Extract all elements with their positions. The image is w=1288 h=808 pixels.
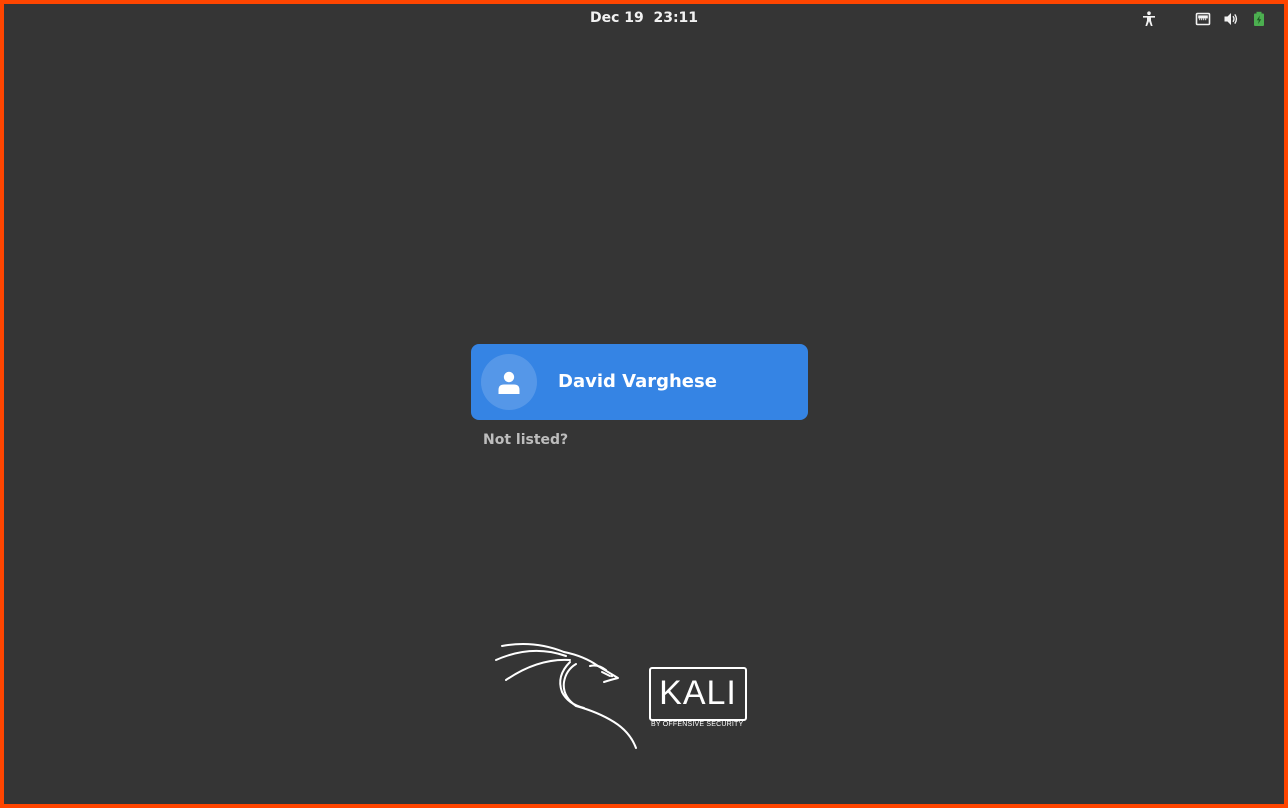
user-avatar-icon [481,354,537,410]
kali-wordmark-text: KALI [659,674,737,712]
kali-tagline: BY OFFENSIVE SECURITY [649,721,761,729]
clock[interactable]: Dec 19 23:11 [4,10,1284,26]
login-screen: Dec 19 23:11 David Varghese Not listed? … [4,4,1284,804]
kali-dragon-icon [495,643,637,749]
user-login-button[interactable]: David Varghese [471,344,808,420]
network-wired-icon[interactable] [1194,10,1212,28]
battery-icon[interactable] [1250,10,1268,28]
not-listed-link[interactable]: Not listed? [483,432,568,448]
accessibility-icon[interactable] [1140,10,1158,28]
user-name: David Varghese [558,371,717,392]
kali-wordmark: KALI BY OFFENSIVE SECURITY [649,667,761,729]
volume-icon[interactable] [1222,10,1240,28]
kali-logo: KALI BY OFFENSIVE SECURITY [494,640,764,752]
